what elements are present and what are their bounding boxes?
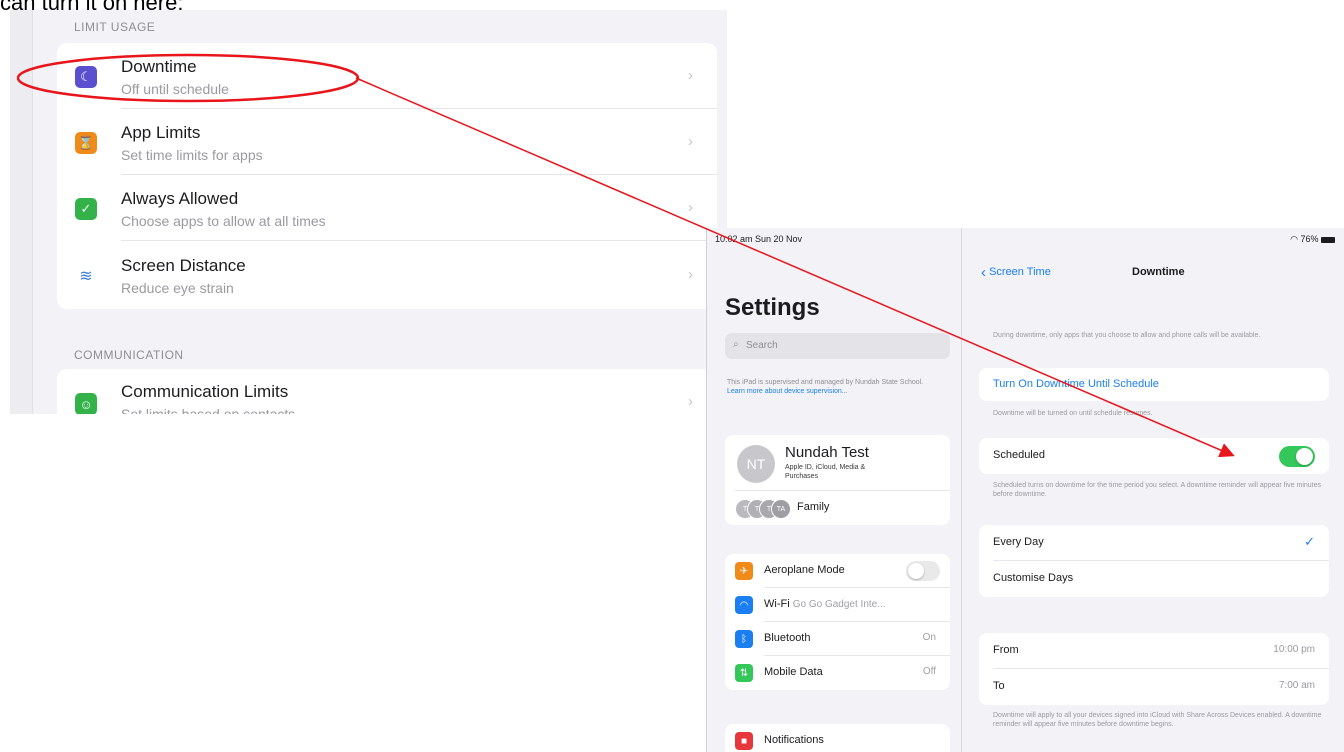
annotation-overlay xyxy=(16,53,1235,458)
annotation-arrow xyxy=(355,77,1235,458)
highlight-ellipse xyxy=(16,53,360,103)
